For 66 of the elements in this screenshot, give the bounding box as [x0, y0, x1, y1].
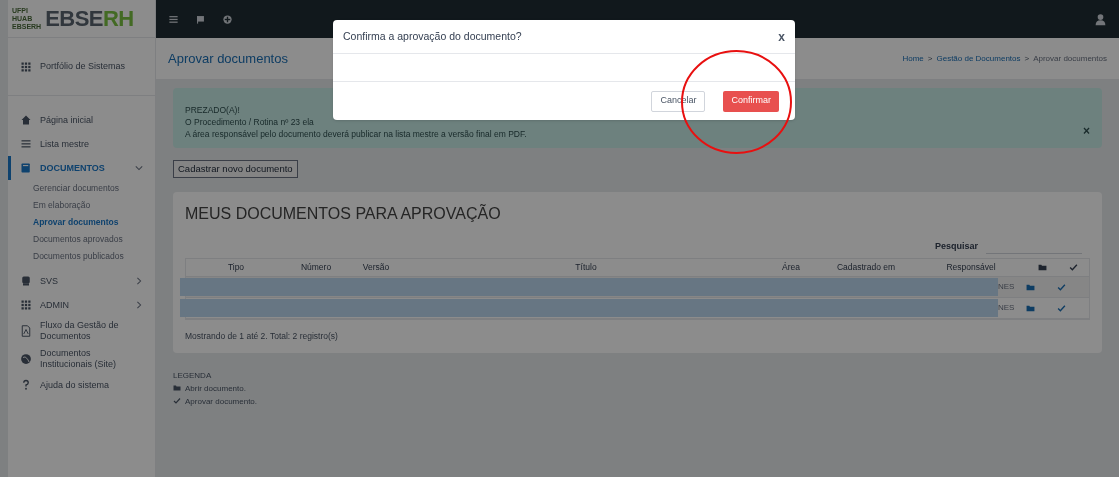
- user-icon[interactable]: [1094, 12, 1107, 26]
- breadcrumb-link[interactable]: Home: [902, 52, 924, 65]
- legend-title: LEGENDA: [173, 369, 213, 382]
- column-header[interactable]: Área: [766, 261, 816, 274]
- table-summary: Mostrando de 1 até 2. Total: 2 registro(s): [185, 330, 339, 343]
- sidebar-item[interactable]: Documentos Institucionais (Site): [8, 345, 155, 373]
- column-header[interactable]: Versão: [346, 261, 406, 274]
- table-cell: NES: [998, 281, 1012, 293]
- sidebar-item[interactable]: Fluxo da Gestão de Documentos: [8, 317, 155, 345]
- modal-title: Confirma a aprovação do documento?: [343, 28, 522, 44]
- folder-icon[interactable]: [1026, 303, 1035, 313]
- column-header[interactable]: Título: [406, 261, 766, 274]
- sidebar-subitem[interactable]: Gerenciar documentos: [8, 180, 155, 197]
- chevron-right-icon: [135, 301, 143, 309]
- sidebar-subitem[interactable]: Documentos aprovados: [8, 231, 155, 248]
- check-icon: [173, 397, 181, 406]
- grid-icon: [20, 299, 32, 311]
- sidebar-item[interactable]: Ajuda do sistema: [8, 373, 155, 397]
- grid-icon: [20, 60, 32, 73]
- logo-wordmark: EBSERH: [45, 7, 134, 30]
- confirm-button[interactable]: Confirmar: [723, 90, 779, 112]
- legend-text: Aprovar documento.: [185, 395, 258, 408]
- list-icon: [20, 138, 32, 150]
- sidebar-subitem[interactable]: Aprovar documentos: [8, 214, 155, 231]
- globe-icon: [20, 353, 32, 365]
- check-icon: [1069, 263, 1078, 272]
- breadcrumb-separator: >: [927, 52, 933, 65]
- document-icon: [20, 325, 32, 337]
- page-title: Aprovar documentos: [168, 49, 288, 68]
- legend-text: Abrir documento.: [185, 382, 246, 395]
- sidebar-item[interactable]: ADMIN: [8, 293, 155, 317]
- sidebar-item[interactable]: SVS: [8, 269, 155, 293]
- folder-icon: [173, 384, 181, 393]
- badge-icon: [20, 275, 32, 287]
- close-button[interactable]: ×: [1083, 122, 1090, 140]
- column-header[interactable]: Tipo: [186, 261, 286, 274]
- card-title: MEUS DOCUMENTOS PARA APROVAÇÃO: [185, 203, 502, 224]
- question-icon: [20, 379, 32, 391]
- alert-text: A área responsável pelo documento deverá publicar na lista mestre a versão final em PDF.: [185, 128, 527, 140]
- breadcrumb-separator: >: [1024, 52, 1030, 65]
- sidebar-item[interactable]: DOCUMENTOS: [8, 156, 155, 180]
- sidebar-subitem[interactable]: Documentos publicados: [8, 248, 155, 265]
- table-cell: NES: [998, 302, 1012, 314]
- breadcrumb-current: Aprovar documentos: [1033, 52, 1107, 65]
- column-header[interactable]: Cadastrado em: [816, 261, 916, 274]
- book-icon: [20, 162, 32, 174]
- alert-text: O Procedimento / Rotina nº 23 ela: [185, 116, 315, 128]
- search-label: Pesquisar: [934, 240, 978, 254]
- chevron-down-icon: [135, 164, 143, 172]
- close-button[interactable]: x: [778, 27, 785, 46]
- column-header[interactable]: Responsável: [916, 261, 1026, 274]
- folder-icon: [1038, 263, 1047, 272]
- home-icon: [20, 114, 32, 126]
- sidebar-header[interactable]: Portfólio de Sistemas: [40, 59, 126, 74]
- check-icon[interactable]: [1057, 303, 1066, 313]
- new-document-button[interactable]: Cadastrar novo documento: [173, 160, 298, 179]
- plus-circle-icon[interactable]: [222, 13, 233, 25]
- sidebar-item[interactable]: Lista mestre: [8, 132, 155, 156]
- breadcrumb-link[interactable]: Gestão de Documentos: [936, 52, 1021, 65]
- chevron-right-icon: [135, 277, 143, 285]
- column-header[interactable]: Número: [286, 261, 346, 274]
- sidebar-subitem[interactable]: Em elaboração: [8, 197, 155, 214]
- sidebar-item[interactable]: Página inicial: [8, 108, 155, 132]
- flag-icon[interactable]: [195, 13, 206, 25]
- menu-icon[interactable]: [168, 13, 179, 25]
- alert-text: PREZADO(A)!: [185, 104, 241, 116]
